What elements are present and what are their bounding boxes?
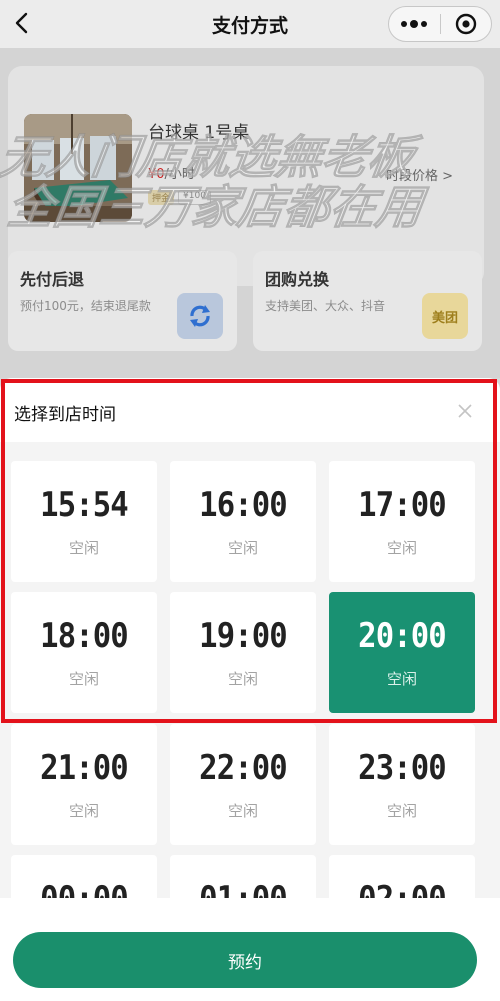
time-slot[interactable]: 23:00 空闲 bbox=[329, 724, 475, 845]
back-button[interactable] bbox=[6, 8, 36, 38]
sheet-header: 选择到店时间 bbox=[0, 378, 500, 442]
deposit-amount: ¥100 bbox=[178, 190, 211, 205]
option-title: 团购兑换 bbox=[265, 270, 330, 289]
slot-time: 16:00 bbox=[199, 485, 288, 525]
option-title: 先付后退 bbox=[20, 270, 85, 289]
pay-first-option[interactable]: 先付后退 预付100元，结束退尾款 bbox=[8, 251, 237, 351]
time-slot[interactable]: 19:00 空闲 bbox=[170, 592, 316, 713]
more-button[interactable] bbox=[389, 7, 440, 41]
time-slot[interactable]: 21:00 空闲 bbox=[11, 724, 157, 845]
table-photo bbox=[24, 114, 132, 222]
time-slot[interactable]: 17:00 空闲 bbox=[329, 461, 475, 582]
deposit-tag: 押金 bbox=[148, 190, 175, 205]
price-unit: /小时 bbox=[164, 167, 195, 182]
slot-status: 空闲 bbox=[386, 539, 417, 557]
more-dots-icon bbox=[401, 20, 428, 28]
time-slot-selected[interactable]: 20:00 空闲 bbox=[329, 592, 475, 713]
book-button[interactable]: 预约 bbox=[13, 932, 477, 988]
background-content: 台球桌 1号桌 ¥0/小时 时段价格 > 押金 ¥100 先付后退 预付100元… bbox=[0, 48, 500, 378]
table-name: 台球桌 1号桌 bbox=[148, 123, 250, 143]
slot-status: 空闲 bbox=[227, 670, 258, 688]
time-slot[interactable]: 18:00 空闲 bbox=[11, 592, 157, 713]
slot-time: 17:00 bbox=[358, 485, 447, 525]
price-value: ¥0 bbox=[148, 167, 165, 182]
hourly-price: ¥0/小时 bbox=[148, 163, 195, 182]
slot-time: 20:00 bbox=[358, 616, 447, 656]
page-title: 支付方式 bbox=[211, 14, 288, 37]
meituan-logo: 美团 bbox=[422, 293, 468, 339]
time-slot[interactable]: 22:00 空闲 bbox=[170, 724, 316, 845]
refresh-arrows-icon bbox=[177, 293, 223, 339]
slot-status: 空闲 bbox=[227, 802, 258, 820]
slot-status: 空闲 bbox=[386, 802, 417, 820]
exit-button[interactable] bbox=[440, 7, 491, 41]
time-slot[interactable]: 15:54 空闲 bbox=[11, 461, 157, 582]
slot-time: 18:00 bbox=[40, 616, 129, 656]
time-slot[interactable]: 16:00 空闲 bbox=[170, 461, 316, 582]
slot-status: 空闲 bbox=[227, 539, 258, 557]
slot-status: 空闲 bbox=[68, 539, 99, 557]
close-icon bbox=[458, 404, 472, 418]
sheet-title: 选择到店时间 bbox=[14, 405, 116, 425]
slot-time: 23:00 bbox=[358, 748, 447, 788]
slot-time: 19:00 bbox=[199, 616, 288, 656]
slot-status: 空闲 bbox=[386, 670, 417, 688]
chevron-left-icon bbox=[15, 12, 28, 34]
deposit-row: 押金 ¥100 bbox=[148, 190, 211, 205]
slot-time: 15:54 bbox=[40, 485, 129, 525]
slot-status: 空闲 bbox=[68, 670, 99, 688]
target-circle-icon bbox=[455, 13, 476, 35]
navbar: 支付方式 bbox=[0, 0, 500, 48]
option-description: 预付100元，结束退尾款 bbox=[20, 299, 151, 313]
slot-time: 22:00 bbox=[199, 748, 288, 788]
slot-status: 空闲 bbox=[68, 802, 99, 820]
option-description: 支持美团、大众、抖音 bbox=[265, 299, 386, 313]
group-buy-option[interactable]: 团购兑换 支持美团、大众、抖音 美团 bbox=[253, 251, 482, 351]
bottom-action-bar: 预约 bbox=[0, 898, 500, 1001]
slot-time: 21:00 bbox=[40, 748, 129, 788]
close-button[interactable] bbox=[452, 398, 478, 424]
time-price-link[interactable]: 时段价格 > bbox=[386, 165, 453, 184]
mini-program-capsule bbox=[388, 6, 492, 42]
